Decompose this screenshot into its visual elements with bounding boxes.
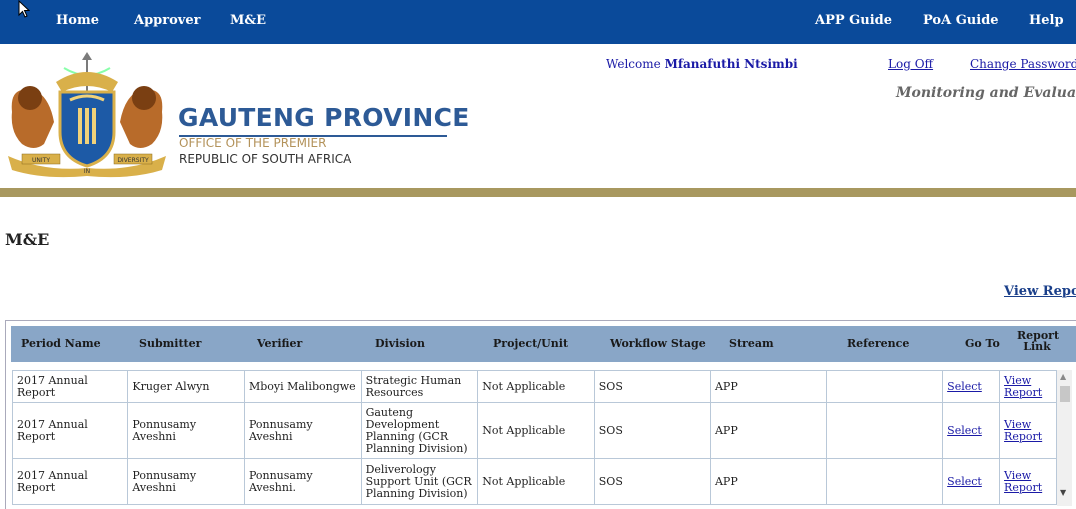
cell-period: 2017 Annual Report: [11, 402, 129, 459]
scroll-thumb[interactable]: [1060, 386, 1070, 402]
brand-country: REPUBLIC OF SOUTH AFRICA: [179, 152, 352, 166]
col-submitter: Submitter: [139, 337, 202, 350]
brand-title: GAUTENG PROVINCE: [178, 103, 470, 132]
cell-stage: SOS: [593, 458, 711, 505]
mouse-cursor-icon: [18, 0, 31, 22]
cell-submitter: Ponnusamy Aveshni: [127, 458, 245, 505]
cell-period: 2017 Annual Report: [11, 458, 129, 505]
top-nav-bar: Home Approver M&E APP Guide PoA Guide He…: [0, 0, 1076, 44]
table-row: 2017 Annual Report Kruger Alwyn Mboyi Mali…: [11, 370, 1057, 403]
brand-office: OFFICE OF THE PREMIER: [179, 136, 327, 150]
scroll-up-icon[interactable]: ▲: [1060, 372, 1066, 381]
nav-poa-guide[interactable]: PoA Guide: [923, 13, 999, 28]
table-row: 2017 Annual Report Ponnusamy Aveshni Ponnu…: [11, 458, 1057, 505]
logoff-link[interactable]: Log Off: [888, 57, 933, 71]
cell-division: Deliverology Support Unit (GCR Planning …: [360, 458, 479, 505]
cell-project: Not Applicable: [477, 370, 595, 403]
nav-approver[interactable]: Approver: [134, 13, 200, 28]
cell-reference: [826, 370, 944, 403]
cell-stream: APP: [709, 458, 828, 505]
col-reference: Reference: [847, 337, 910, 350]
cell-submitter: Ponnusamy Aveshni: [127, 402, 245, 459]
select-link[interactable]: Select: [942, 402, 1001, 459]
welcome-label: Welcome: [606, 57, 661, 71]
page-title: M&E: [5, 230, 50, 249]
grid-scrollbar[interactable]: ▲ ▼: [1057, 370, 1072, 506]
view-report-row-link[interactable]: View Report: [999, 402, 1057, 459]
col-verifier: Verifier: [257, 337, 303, 350]
select-link[interactable]: Select: [942, 370, 1001, 403]
nav-home[interactable]: Home: [56, 13, 99, 28]
view-report-row-link[interactable]: View Report: [999, 370, 1057, 403]
col-report-link: Report Link: [1017, 329, 1060, 353]
view-report-link[interactable]: View Repor: [1004, 284, 1076, 299]
nav-app-guide[interactable]: APP Guide: [815, 13, 892, 28]
cell-verifier: Ponnusamy Aveshni.: [243, 458, 362, 505]
cell-reference: [826, 402, 944, 459]
header-divider-band: [0, 188, 1076, 197]
user-name: Mfanafuthi Ntsimbi: [664, 57, 798, 71]
cell-division: Strategic Human Resources: [360, 370, 479, 403]
cell-stream: APP: [709, 402, 828, 459]
motto-in: IN: [84, 168, 90, 175]
motto-diversity: DIVERSITY: [117, 157, 149, 164]
reports-grid: Period Name Submitter Verifier Division …: [5, 320, 1076, 509]
cell-stream: APP: [709, 370, 828, 403]
col-workflow-stage: Workflow Stage: [610, 337, 706, 350]
page-header: UNITY IN DIVERSITY GAUTENG PROVINCE OFFI…: [0, 44, 1076, 189]
cell-project: Not Applicable: [477, 402, 595, 459]
col-go-to: Go To: [965, 337, 1000, 350]
cell-stage: SOS: [593, 370, 711, 403]
nav-help[interactable]: Help: [1029, 13, 1064, 28]
welcome-message: Welcome Mfanafuthi Ntsimbi: [606, 57, 798, 71]
col-stream: Stream: [729, 337, 774, 350]
col-division: Division: [375, 337, 425, 350]
cell-verifier: Ponnusamy Aveshni: [243, 402, 362, 459]
cell-stage: SOS: [593, 402, 711, 459]
cell-division: Gauteng Development Planning (GCR Planni…: [360, 402, 479, 459]
select-link[interactable]: Select: [942, 458, 1001, 505]
header-subtitle: Monitoring and Evaluation: [896, 85, 1076, 101]
cell-project: Not Applicable: [477, 458, 595, 505]
table-row: 2017 Annual Report Ponnusamy Aveshni Ponnu…: [11, 402, 1057, 459]
coat-of-arms-logo: UNITY IN DIVERSITY: [4, 52, 170, 184]
col-project-unit: Project/Unit: [493, 337, 569, 350]
motto-unity: UNITY: [32, 157, 50, 164]
col-period-name: Period Name: [21, 337, 101, 350]
cell-submitter: Kruger Alwyn: [127, 370, 245, 403]
nav-me[interactable]: M&E: [230, 13, 266, 28]
change-password-link[interactable]: Change Password: [970, 57, 1076, 71]
grid-header: Period Name Submitter Verifier Division …: [11, 326, 1076, 362]
grid-body: 2017 Annual Report Kruger Alwyn Mboyi Mali…: [11, 370, 1057, 505]
scroll-down-icon[interactable]: ▼: [1060, 488, 1066, 497]
view-report-row-link[interactable]: View Report: [999, 458, 1057, 505]
cell-period: 2017 Annual Report: [11, 370, 129, 403]
cell-reference: [826, 458, 944, 505]
cell-verifier: Mboyi Malibongwe: [243, 370, 362, 403]
